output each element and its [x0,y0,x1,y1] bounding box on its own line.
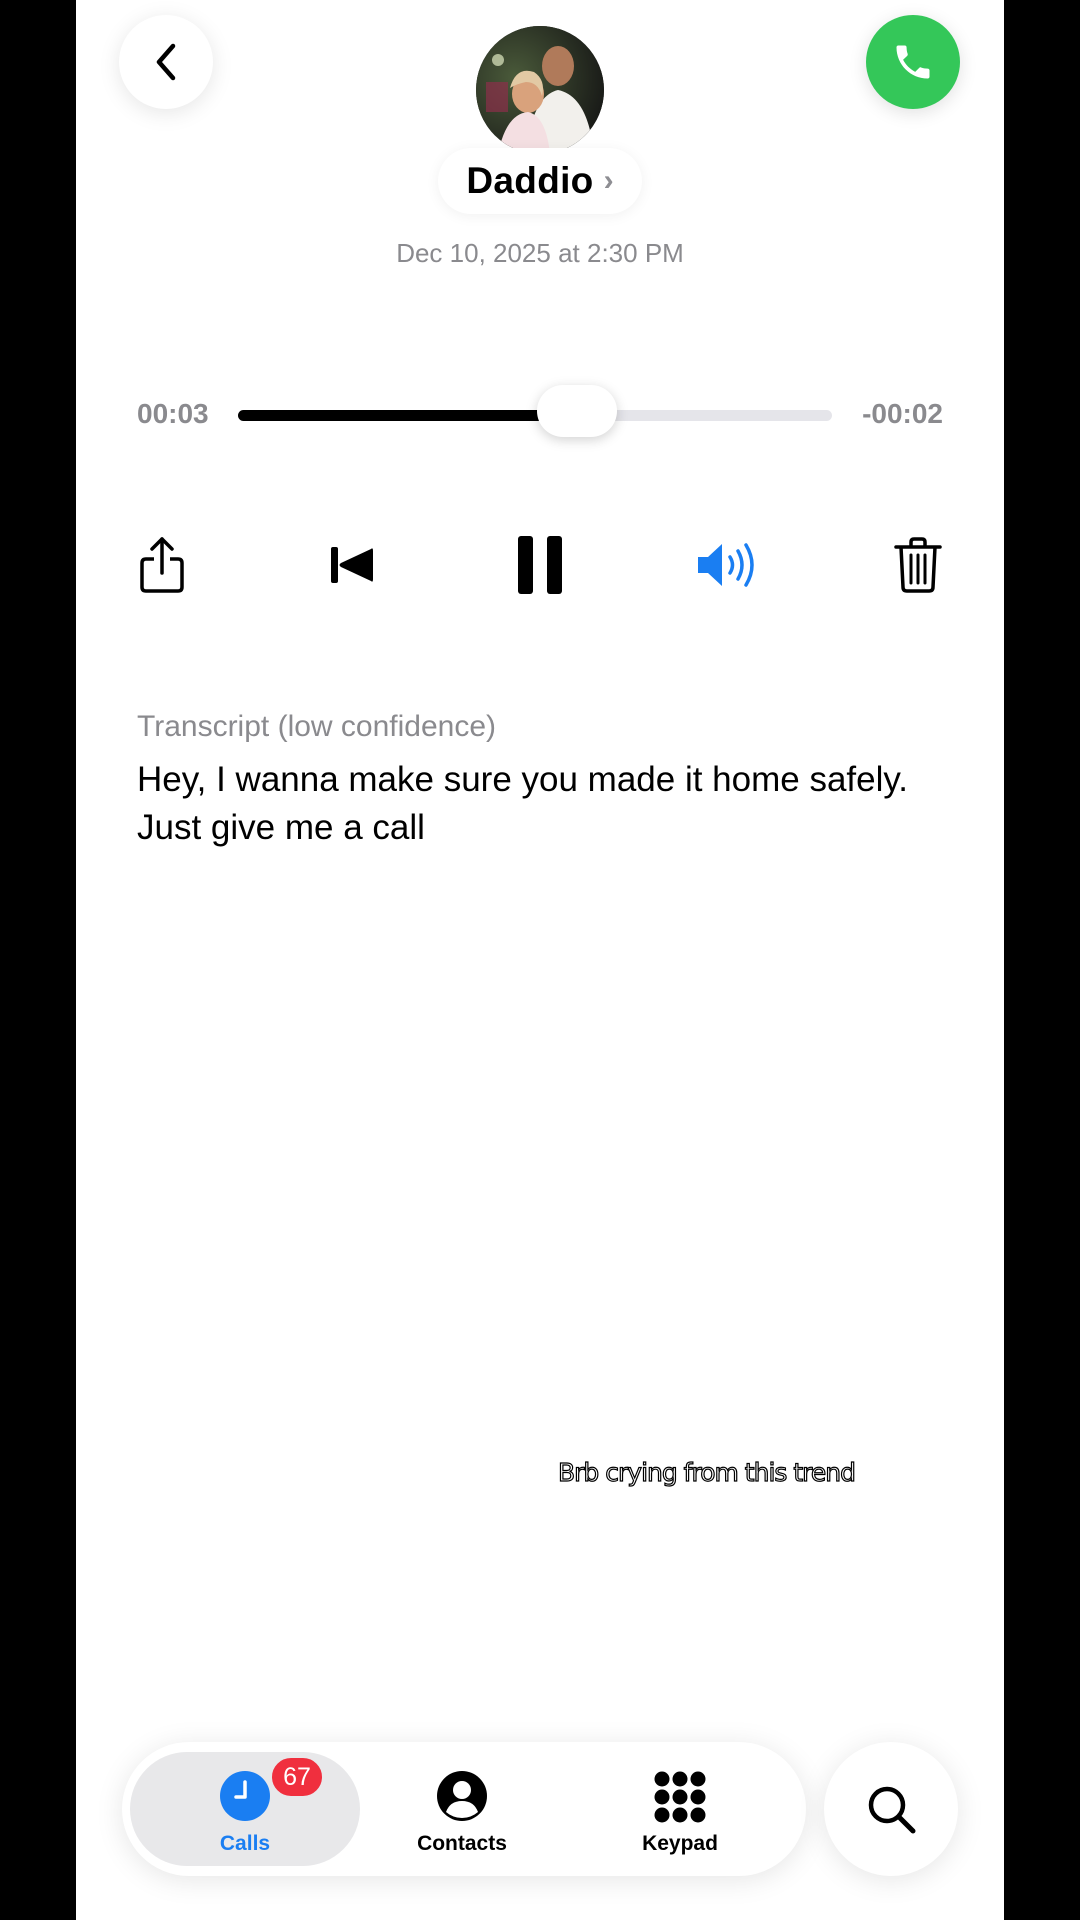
pause-icon [518,536,562,594]
phone-icon [896,45,930,79]
transcript-label: Transcript (low confidence) [137,710,497,743]
voicemail-detail-screen: Daddio › Dec 10, 2025 at 2:30 PM 00:03 -… [76,0,1004,1920]
keypad-icon [654,1771,706,1823]
speaker-icon [698,543,754,587]
missed-calls-badge: 67 [270,1756,324,1798]
speaker-button[interactable] [689,530,769,600]
avatar[interactable] [476,26,604,154]
delete-button[interactable] [878,530,958,600]
search-button[interactable] [824,1742,958,1876]
tab-keypad[interactable]: Keypad [610,1752,750,1866]
trash-icon [894,537,942,593]
tab-calls-label: Calls [219,1832,271,1855]
contact-name-button[interactable]: Daddio › [438,148,642,214]
pause-button[interactable] [500,530,580,600]
tab-contacts-label: Contacts [417,1832,507,1855]
back-button[interactable] [119,15,213,109]
avatar-photo [476,26,604,154]
tab-calls[interactable]: 67 Calls [130,1752,360,1866]
video-caption-overlay: Brb crying from this trend [557,1457,856,1487]
elapsed-time: 00:03 [137,398,209,429]
tab-bar: 67 Calls Contacts Keypad [122,1742,806,1876]
person-circle-icon [437,1771,487,1821]
scrubber-progress [238,410,577,421]
voicemail-date: Dec 10, 2025 at 2:30 PM [396,238,684,268]
tab-contacts[interactable]: Contacts [392,1752,532,1866]
chevron-left-icon [156,43,176,81]
share-button[interactable] [122,530,202,600]
call-button[interactable] [866,15,960,109]
chevron-right-icon: › [603,164,614,197]
remaining-time: -00:02 [862,398,943,429]
search-icon [868,1786,916,1834]
contact-name: Daddio [466,160,594,201]
transcript-text: Hey, I wanna make sure you made it home … [137,760,909,847]
playback-scrubber[interactable] [238,385,832,437]
share-icon [140,537,184,593]
skip-back-button[interactable] [312,530,392,600]
tab-keypad-label: Keypad [642,1832,718,1855]
scrubber-thumb[interactable] [536,385,617,437]
skip-back-icon [331,547,373,583]
clock-icon [220,1771,270,1821]
